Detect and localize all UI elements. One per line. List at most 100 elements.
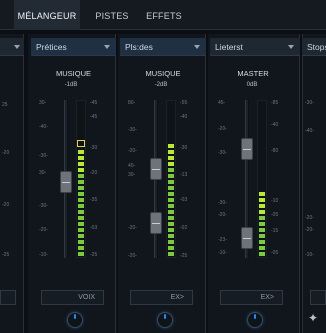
meter-segment <box>168 246 174 250</box>
scale-label: -25 <box>90 252 98 258</box>
chevron-down-icon <box>14 45 20 49</box>
scale-label: -30- <box>128 127 137 133</box>
scale-label: -25 <box>2 252 10 258</box>
scale-label: -35 <box>90 197 98 203</box>
scale-label: -20 <box>2 202 10 208</box>
tab-effets[interactable]: EFFETS <box>142 0 186 30</box>
preset-dropdown-2[interactable]: Pls:des <box>120 38 206 56</box>
chevron-down-icon <box>194 45 200 49</box>
scale-label: -30 <box>180 145 188 151</box>
sparkle-icon[interactable]: ✦ <box>306 311 320 325</box>
meter-segment <box>259 192 265 196</box>
meter-segment <box>168 234 174 238</box>
tab-melangeur[interactable]: MÉLANGEUR <box>14 0 80 30</box>
meter-segment <box>259 246 265 250</box>
scale-label: -13 <box>180 172 188 178</box>
scale-label: -25 <box>180 253 188 259</box>
preset-label: Stops <box>307 42 326 52</box>
partial-left-dropdown[interactable] <box>0 38 24 56</box>
meter-segment <box>168 216 174 220</box>
fader-knob-3-upper[interactable] <box>241 138 253 160</box>
partial-right-strip <box>302 34 326 333</box>
meter-segment <box>78 180 84 184</box>
meter-segment <box>78 234 84 238</box>
chevron-down-icon <box>104 45 110 49</box>
meter-segment <box>168 162 174 166</box>
meter-segment <box>259 210 265 214</box>
partial-left-button[interactable] <box>0 290 16 305</box>
scale-label: -45 <box>90 114 98 120</box>
voix-button[interactable]: VOIX <box>41 290 104 305</box>
channel-strip-2 <box>118 34 206 333</box>
meter-segment <box>168 192 174 196</box>
meter-segment <box>259 222 265 226</box>
preset-label: Prétices <box>36 42 67 52</box>
meter-segment <box>168 168 174 172</box>
scale-label: -20- <box>305 215 314 221</box>
meter-segment <box>259 204 265 208</box>
scale-label: -80 <box>271 148 279 154</box>
scale-label: -15 <box>271 228 279 234</box>
strip-gain-1: -1dB <box>64 82 78 88</box>
scale-label: 25 <box>2 102 8 108</box>
partial-right-dropdown[interactable]: Stops <box>302 38 326 56</box>
meter-segment <box>78 150 84 154</box>
scale-label: -20- <box>128 225 137 231</box>
meter-segment <box>78 192 84 196</box>
channel-strip-3 <box>208 34 300 333</box>
fader-knob-2-lower[interactable] <box>150 212 162 234</box>
meter-segment <box>168 210 174 214</box>
scale-label: -20- <box>305 227 314 233</box>
preset-dropdown-3[interactable]: Lieterst <box>210 38 300 56</box>
channel-strip-1 <box>28 34 116 333</box>
meter-segment <box>259 216 265 220</box>
strip-name-1: MUSIQUE <box>55 69 91 78</box>
meter-segment <box>168 204 174 208</box>
scale-label: -20- <box>128 148 137 154</box>
preset-label: Lieterst <box>215 42 243 52</box>
strip-gain-2: -2dB <box>154 82 168 88</box>
tab-bar: MÉLANGEUR PISTES EFFETS <box>0 0 326 30</box>
chevron-down-icon <box>288 45 294 49</box>
partial-right-button[interactable] <box>310 290 326 305</box>
ex-button-3[interactable]: EX> <box>220 290 283 305</box>
fader-knob-1[interactable] <box>60 171 72 193</box>
partial-left-strip <box>0 34 24 333</box>
meter-segment <box>168 186 174 190</box>
pan-knob-3[interactable] <box>247 312 263 328</box>
scale-label: -20 <box>2 150 10 156</box>
meter-segment <box>78 198 84 202</box>
meter-segment <box>78 246 84 250</box>
meter-segment <box>259 228 265 232</box>
scale-label: 80- <box>128 100 136 106</box>
scale-label: 30- <box>39 100 47 106</box>
peak-hold-indicator <box>77 140 85 147</box>
scale-label: -30- <box>218 150 227 156</box>
scale-label: -45 <box>90 100 98 106</box>
scale-label: -85 <box>271 100 279 106</box>
preset-label: Pls:des <box>125 42 153 52</box>
meter-segment <box>168 174 174 178</box>
meter-segment <box>78 156 84 160</box>
scale-label: -20- <box>218 126 227 132</box>
scale-label: -03 <box>180 197 188 203</box>
meter-segment <box>168 240 174 244</box>
meter-segment <box>259 234 265 238</box>
tab-pistes[interactable]: PISTES <box>88 0 136 30</box>
scale-label: -30- <box>39 203 48 209</box>
meter-segment <box>78 168 84 172</box>
meter-segment <box>78 162 84 166</box>
pan-knob-1[interactable] <box>67 312 83 328</box>
pan-knob-2[interactable] <box>157 312 173 328</box>
scale-label: -02 <box>180 225 188 231</box>
fader-knob-3-lower[interactable] <box>241 227 253 249</box>
preset-dropdown-1[interactable]: Prétices <box>31 38 116 56</box>
fader-knob-2-upper[interactable] <box>150 158 162 180</box>
scale-label: -20- <box>128 253 137 259</box>
scale-label: -05 <box>271 250 279 256</box>
strip-name-3: MASTER <box>237 69 269 78</box>
scale-label: -10 <box>271 198 279 204</box>
scale-label: -10- <box>39 252 48 258</box>
scale-label: 30- <box>128 172 136 178</box>
ex-button-2[interactable]: EX> <box>130 290 193 305</box>
